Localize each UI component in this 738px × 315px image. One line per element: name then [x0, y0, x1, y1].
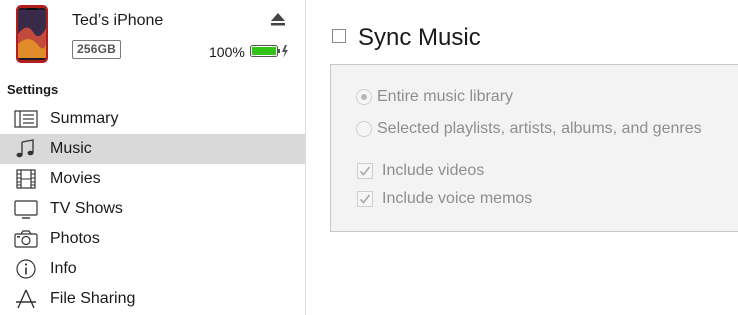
sync-music-checkbox[interactable] — [332, 29, 346, 43]
sidebar-item-summary[interactable]: Summary — [0, 104, 305, 134]
selected-items-label: Selected playlists, artists, albums, and… — [377, 120, 702, 137]
include-videos-label: Include videos — [382, 162, 485, 179]
iphone-device-icon — [16, 5, 48, 63]
sidebar-item-info[interactable]: Info — [0, 254, 305, 284]
sync-music-title: Sync Music — [358, 24, 481, 51]
music-note-icon — [16, 139, 34, 158]
device-name: Ted’s iPhone — [72, 12, 164, 29]
sidebar-item-music[interactable]: Music — [0, 134, 305, 164]
sidebar-item-label: Photos — [50, 230, 100, 247]
info-icon — [16, 259, 36, 279]
camera-icon — [14, 230, 38, 248]
eject-icon[interactable] — [270, 11, 286, 27]
sidebar-item-label: TV Shows — [50, 200, 123, 217]
include-videos-checkbox[interactable] — [357, 163, 373, 179]
sidebar-item-file-sharing[interactable]: File Sharing — [0, 284, 305, 314]
sidebar: Ted’s iPhone 256GB 100% Settings Summary… — [0, 0, 306, 315]
radio-selected-dot — [361, 94, 367, 100]
file-sharing-icon — [16, 289, 36, 309]
include-voice-memos-label: Include voice memos — [382, 190, 533, 207]
sidebar-item-label: Summary — [50, 110, 119, 127]
sidebar-item-photos[interactable]: Photos — [0, 224, 305, 254]
capacity-badge: 256GB — [72, 40, 122, 59]
film-strip-icon — [16, 169, 36, 189]
sidebar-item-label: File Sharing — [50, 290, 136, 307]
battery-charging-icon — [250, 45, 288, 58]
entire-library-radio[interactable] — [356, 89, 372, 105]
settings-heading: Settings — [7, 82, 59, 97]
battery-percent: 100% — [209, 44, 245, 60]
sidebar-item-label: Movies — [50, 170, 101, 187]
sidebar-item-label: Info — [50, 260, 77, 277]
main-content: Sync Music Entire music library Selected… — [306, 0, 738, 315]
checkmark-icon — [359, 194, 371, 204]
sync-options-panel: Entire music library Selected playlists,… — [330, 64, 738, 232]
entire-library-label: Entire music library — [377, 88, 514, 105]
sidebar-item-label: Music — [50, 140, 92, 157]
summary-list-icon — [14, 110, 38, 128]
selected-items-radio[interactable] — [356, 121, 372, 137]
tv-icon — [14, 200, 38, 219]
sidebar-item-tv-shows[interactable]: TV Shows — [0, 194, 305, 224]
sidebar-item-movies[interactable]: Movies — [0, 164, 305, 194]
include-voice-memos-checkbox[interactable] — [357, 191, 373, 207]
checkmark-icon — [359, 166, 371, 176]
